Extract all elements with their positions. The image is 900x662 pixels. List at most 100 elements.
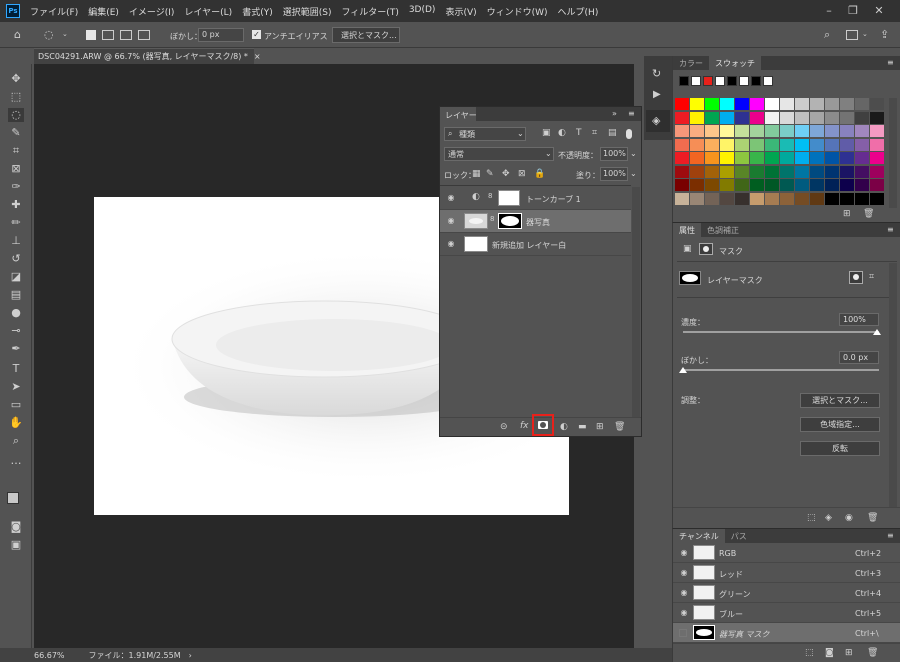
channel-row[interactable]: ◉ ブルー Ctrl+5 (673, 603, 900, 623)
swatch[interactable] (855, 98, 869, 110)
swatch[interactable] (840, 192, 854, 205)
swatch[interactable] (810, 179, 824, 191)
swatch[interactable] (705, 98, 719, 110)
menu-file[interactable]: ファイル(F) (30, 5, 78, 18)
swatch[interactable] (750, 165, 764, 178)
swatch[interactable] (780, 165, 794, 178)
intersect-selection-icon[interactable] (138, 30, 150, 40)
color-range-button[interactable]: 色域指定... (800, 417, 880, 432)
swatch[interactable] (825, 98, 839, 110)
density-slider-handle[interactable] (873, 329, 881, 335)
swatch[interactable] (720, 138, 734, 151)
eraser-tool-icon[interactable]: ◪ (8, 270, 24, 284)
swatch[interactable] (735, 125, 749, 137)
menu-3d[interactable]: 3D(D) (409, 5, 436, 18)
eye-icon[interactable]: ◉ (679, 608, 689, 618)
subtract-selection-icon[interactable] (120, 30, 132, 40)
filter-kind-select[interactable]: ⌕ 種類 ⌄ (444, 127, 526, 141)
swatch[interactable] (795, 152, 809, 164)
adjustment-layer-icon[interactable]: ◐ (560, 423, 568, 432)
history-panel-icon[interactable]: ↻ (652, 68, 661, 79)
panel-menu-icon[interactable]: ≡ (628, 109, 635, 118)
feather-slider[interactable] (683, 369, 879, 371)
add-layer-mask-button[interactable] (532, 414, 554, 436)
history-brush-tool-icon[interactable]: ↺ (8, 252, 24, 266)
swatch[interactable] (870, 111, 884, 124)
visibility-box[interactable] (679, 629, 687, 637)
load-channel-selection-icon[interactable]: ⬚ (805, 649, 814, 658)
swatch[interactable] (870, 125, 884, 137)
move-tool-icon[interactable]: ✥ (8, 72, 24, 86)
dodge-tool-icon[interactable]: ⊸ (8, 324, 24, 338)
chevron-down-icon[interactable]: ⌄ (862, 31, 868, 38)
swatch[interactable] (720, 192, 734, 205)
tab-swatches[interactable]: スウォッチ (709, 56, 761, 70)
swatch[interactable] (825, 111, 839, 124)
swatch[interactable] (810, 192, 824, 205)
recent-swatch[interactable] (715, 76, 725, 86)
swatch[interactable] (675, 98, 689, 110)
swatch[interactable] (840, 111, 854, 124)
vector-mask-icon[interactable]: ⌗ (869, 273, 874, 282)
trash-icon[interactable]: 🗑 (863, 210, 874, 219)
trash-icon[interactable]: 🗑 (867, 514, 878, 523)
swatch[interactable] (825, 165, 839, 178)
swatch[interactable] (870, 138, 884, 151)
lock-transparent-icon[interactable]: ▦ (472, 170, 481, 179)
restore-icon[interactable]: ❐ (846, 4, 860, 18)
layer-row-selected[interactable]: ◉ 8 器写真 (440, 210, 631, 233)
swatch[interactable] (780, 138, 794, 151)
swatch[interactable] (780, 179, 794, 191)
filter-adjustment-icon[interactable]: ◐ (558, 129, 566, 138)
tab-paths[interactable]: パス (725, 529, 753, 543)
density-input[interactable]: 100% (839, 313, 879, 326)
swatch[interactable] (750, 179, 764, 191)
recent-swatch[interactable] (739, 76, 749, 86)
healing-brush-tool-icon[interactable]: ✚ (8, 198, 24, 212)
recent-swatch[interactable] (703, 76, 713, 86)
swatch[interactable] (675, 179, 689, 191)
layer-thumbnail[interactable] (464, 213, 488, 229)
eyedropper-tool-icon[interactable]: ✑ (8, 180, 24, 194)
channel-row[interactable]: ◉ RGB Ctrl+2 (673, 543, 900, 563)
swatch[interactable] (690, 111, 704, 124)
frame-tool-icon[interactable]: ⊠ (8, 162, 24, 176)
status-menu-icon[interactable]: › (189, 651, 192, 660)
fill-input[interactable]: 100% (600, 167, 628, 181)
swatch[interactable] (825, 125, 839, 137)
brush-tool-icon[interactable]: ✏ (8, 216, 24, 230)
menu-help[interactable]: ヘルプ(H) (558, 5, 599, 18)
lock-image-icon[interactable]: ✎ (486, 170, 494, 179)
swatch[interactable] (855, 165, 869, 178)
gradient-tool-icon[interactable]: ▤ (8, 288, 24, 302)
swatch[interactable] (675, 165, 689, 178)
swatch[interactable] (780, 192, 794, 205)
swatch[interactable] (795, 111, 809, 124)
swatch[interactable] (855, 192, 869, 205)
swatch[interactable] (675, 111, 689, 124)
link-icon[interactable]: 8 (488, 193, 492, 200)
eye-icon[interactable]: ◉ (446, 216, 456, 226)
swatch[interactable] (705, 192, 719, 205)
minimize-icon[interactable]: – (822, 4, 836, 18)
share-icon[interactable]: ⇪ (880, 29, 889, 40)
swatch[interactable] (855, 152, 869, 164)
link-icon[interactable]: 8 (490, 216, 494, 223)
swatch[interactable] (870, 152, 884, 164)
swatch[interactable] (735, 165, 749, 178)
chevron-down-icon[interactable]: ⌄ (62, 31, 68, 38)
rectangle-tool-icon[interactable]: ▭ (8, 398, 24, 412)
swatch[interactable] (810, 152, 824, 164)
swatch[interactable] (855, 125, 869, 137)
swatch[interactable] (765, 98, 779, 110)
swatch[interactable] (795, 165, 809, 178)
swatch[interactable] (810, 125, 824, 137)
blur-tool-icon[interactable]: ● (8, 306, 24, 320)
new-selection-icon[interactable] (86, 30, 96, 40)
pixel-layer-icon[interactable]: ▣ (683, 245, 692, 254)
swatch[interactable] (795, 98, 809, 110)
swatch[interactable] (720, 125, 734, 137)
swatch[interactable] (735, 192, 749, 205)
search-icon[interactable]: ⌕ (824, 29, 830, 40)
trash-icon[interactable]: 🗑 (867, 649, 878, 658)
